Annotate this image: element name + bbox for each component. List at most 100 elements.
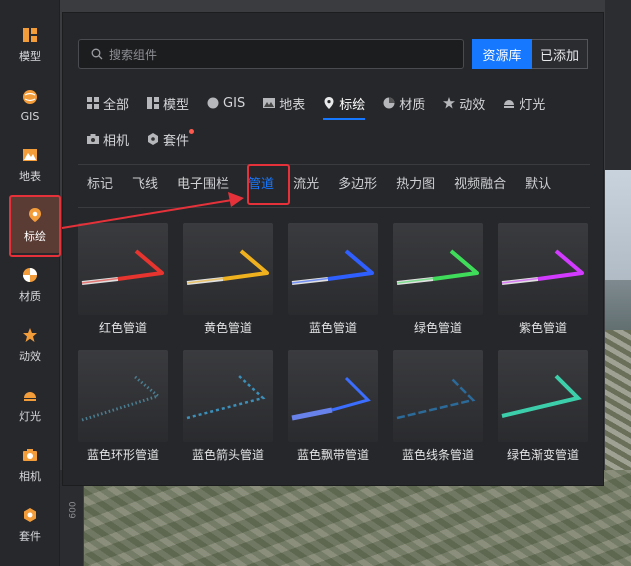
category-tab-label: 相机 (103, 133, 130, 149)
category-tab-0[interactable]: 全部 (87, 90, 129, 116)
scene-terrain-right (605, 330, 631, 470)
subcategory-tab-8[interactable]: 默认 (525, 173, 551, 192)
component-name: 蓝色线条管道 (401, 448, 474, 462)
gis-icon (207, 97, 219, 109)
component-name: 紫色管道 (518, 321, 567, 335)
sidebar-item-label: GIS (20, 109, 40, 123)
divider-bottom (78, 207, 590, 208)
sidebar-item-label: 套件 (19, 530, 41, 543)
subcategory-tab-4[interactable]: 流光 (293, 173, 319, 192)
component-card[interactable]: 蓝色线条管道 (393, 350, 483, 463)
pipe-preview (501, 374, 582, 418)
category-tab-6[interactable]: 动效 (443, 90, 485, 116)
component-thumbnail (393, 223, 483, 315)
component-card[interactable]: 黄色管道 (183, 223, 273, 336)
category-tab-8[interactable]: 相机 (87, 126, 129, 152)
component-thumbnail (498, 350, 588, 442)
component-card[interactable]: 蓝色箭头管道 (183, 350, 273, 463)
terrain-icon (263, 97, 276, 109)
scene-sky (605, 170, 631, 290)
subcategory-tab-2[interactable]: 电子围栏 (177, 173, 229, 192)
sidebar-item-0[interactable]: 模型 (0, 17, 60, 73)
component-thumbnail (183, 223, 273, 315)
subcategory-tab-7[interactable]: 视频融合 (454, 173, 506, 192)
sidebar-item-3[interactable]: 标绘 (10, 197, 60, 253)
effect-icon (443, 97, 456, 109)
camera-icon (87, 133, 99, 145)
sidebar-item-7[interactable]: 相机 (0, 437, 60, 493)
component-thumbnail (183, 350, 273, 442)
sidebar-item-5[interactable]: 动效 (0, 317, 60, 373)
component-card[interactable]: 蓝色飘带管道 (288, 350, 378, 463)
camera-icon (21, 446, 39, 464)
sidebar-item-6[interactable]: 灯光 (0, 377, 60, 433)
resource-library-button[interactable]: 资源库 (472, 39, 532, 69)
component-card[interactable]: 蓝色管道 (288, 223, 378, 336)
light-icon (21, 386, 39, 404)
sidebar-item-1[interactable]: GIS (0, 77, 60, 133)
subcategory-tab-1[interactable]: 飞线 (132, 173, 158, 192)
category-tabs-row-2: 相机 套件 (87, 126, 207, 152)
divider-top (78, 164, 590, 165)
component-library-panel: 搜索组件 资源库 已添加 全部 模型 GIS 地表 标绘 材质 动效 灯光 相机 套件 标记 飞线… (62, 12, 604, 486)
category-tab-9[interactable]: 套件 (147, 126, 195, 152)
component-name: 绿色管道 (413, 321, 462, 335)
pipe-preview (186, 249, 269, 285)
component-card[interactable]: 绿色渐变管道 (498, 350, 588, 463)
component-name: 黄色管道 (203, 321, 252, 335)
category-tab-3[interactable]: 地表 (263, 90, 305, 116)
category-tab-label: 标绘 (339, 97, 366, 113)
category-tab-5[interactable]: 材质 (383, 90, 425, 116)
added-button[interactable]: 已添加 (532, 39, 588, 69)
component-name: 红色管道 (98, 321, 147, 335)
sidebar-item-2[interactable]: 地表 (0, 137, 60, 193)
plot-marker-icon (323, 97, 335, 109)
component-thumbnail (288, 350, 378, 442)
category-tab-4[interactable]: 标绘 (323, 90, 366, 120)
model-icon (21, 26, 39, 44)
component-thumbnail (78, 350, 168, 442)
category-tab-label: 灯光 (519, 97, 546, 113)
pipe-preview (396, 249, 479, 285)
left-sidebar: 模型 GIS 地表标绘材质动效 灯光相机套件 (0, 0, 60, 566)
sidebar-item-label: 相机 (19, 470, 41, 483)
kit-icon (21, 506, 39, 524)
plot-marker-icon (26, 206, 44, 224)
sidebar-item-label: 地表 (19, 170, 41, 183)
component-card[interactable]: 绿色管道 (393, 223, 483, 336)
sidebar-item-label: 模型 (19, 50, 41, 63)
category-tab-2[interactable]: GIS (207, 90, 245, 116)
search-icon (91, 45, 103, 64)
sidebar-item-4[interactable]: 材质 (0, 257, 60, 313)
pipe-preview (81, 249, 164, 285)
pipe-preview (81, 374, 162, 422)
category-tab-label: 套件 (163, 133, 190, 149)
component-thumbnail (498, 223, 588, 315)
subcategory-tab-0[interactable]: 标记 (87, 173, 113, 192)
category-tab-label: 全部 (103, 97, 130, 113)
search-placeholder: 搜索组件 (109, 47, 158, 62)
category-tab-label: 模型 (163, 97, 190, 113)
subcategory-tab-3[interactable]: 管道 (248, 173, 274, 192)
pipe-preview (396, 377, 476, 420)
sidebar-item-label: 材质 (19, 290, 41, 303)
category-tab-1[interactable]: 模型 (147, 90, 189, 116)
sidebar-item-8[interactable]: 套件 (0, 497, 60, 553)
subcategory-tabs: 标记 飞线 电子围栏 管道 流光 多边形 热力图 视频融合 默认 (87, 173, 570, 192)
category-tab-label: 动效 (459, 97, 486, 113)
component-name: 蓝色管道 (308, 321, 357, 335)
component-card[interactable]: 紫色管道 (498, 223, 588, 336)
subcategory-tab-5[interactable]: 多边形 (338, 173, 377, 192)
pipe-preview (501, 249, 584, 285)
ruler-label: 600 (68, 501, 79, 519)
grid-icon (87, 97, 99, 109)
category-tabs-row-1: 全部 模型 GIS 地表 标绘 材质 动效 灯光 (87, 90, 563, 120)
category-tab-7[interactable]: 灯光 (503, 90, 545, 116)
component-card[interactable]: 红色管道 (78, 223, 168, 336)
component-name: 蓝色飘带管道 (296, 448, 369, 462)
component-card[interactable]: 蓝色环形管道 (78, 350, 168, 463)
material-icon (21, 266, 39, 284)
subcategory-tab-6[interactable]: 热力图 (396, 173, 435, 192)
pipe-preview (291, 249, 374, 285)
search-field[interactable]: 搜索组件 (78, 39, 464, 69)
